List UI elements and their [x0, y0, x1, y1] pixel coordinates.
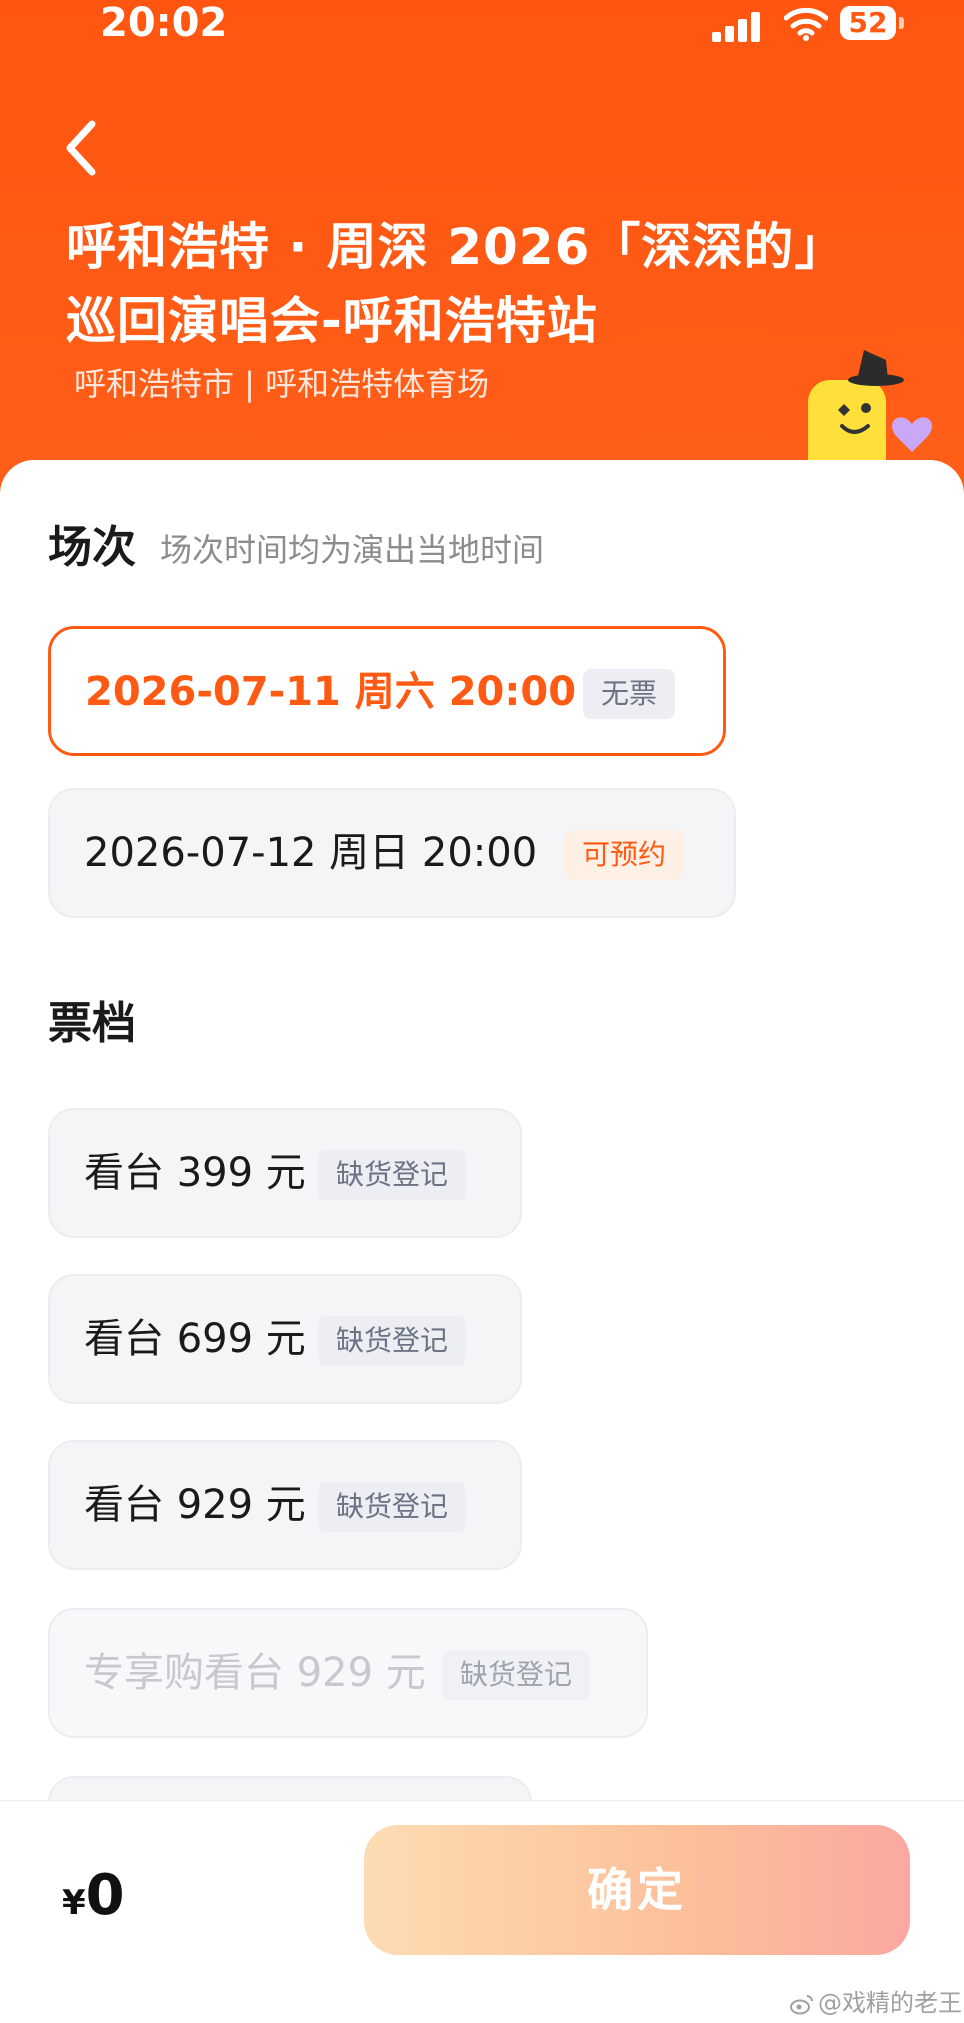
ticket-option-label: 看台 929 元: [84, 1482, 306, 1528]
cellular-signal-icon: [712, 10, 762, 42]
battery-level: 52: [840, 6, 896, 40]
status-badge-no-ticket: 无票: [583, 669, 676, 719]
status-badge-reservable: 可预约: [564, 830, 685, 880]
ticket-option-label: 看台 399 元: [84, 1150, 306, 1196]
total-amount: 0: [85, 1863, 125, 1928]
event-header: 20:02 52 呼和浩特 · 周深 2026「深深的」巡回演唱会-呼和浩特站 …: [0, 0, 964, 520]
status-badge-waitlist: 缺货登记: [318, 1316, 467, 1366]
total-price: ¥0: [62, 1861, 125, 1944]
ticket-option-exclusive-929[interactable]: 专享购看台 929 元 缺货登记: [48, 1608, 648, 1738]
wifi-icon: [784, 7, 828, 41]
ticket-option-label: 看台 699 元: [84, 1316, 306, 1362]
battery-icon: 52: [840, 6, 906, 42]
status-badge-waitlist: 缺货登记: [442, 1650, 591, 1700]
selection-sheet: 场次 场次时间均为演出当地时间 2026-07-11 周六 20:00 无票 2…: [0, 460, 964, 2022]
back-arrow-icon[interactable]: [62, 118, 102, 178]
status-badge-waitlist: 缺货登记: [318, 1482, 467, 1532]
ticket-option-699[interactable]: 看台 699 元 缺货登记: [48, 1274, 522, 1404]
weibo-icon: [790, 1995, 813, 2015]
status-time: 20:02: [100, 0, 228, 46]
watermark-text: @戏精的老王: [818, 1989, 962, 2017]
session-option-0712[interactable]: 2026-07-12 周日 20:00 可预约: [48, 788, 736, 918]
session-section-subtitle: 场次时间均为演出当地时间: [160, 531, 545, 569]
status-bar: 20:02 52: [0, 0, 964, 50]
ticket-option-929[interactable]: 看台 929 元 缺货登记: [48, 1440, 522, 1570]
session-section-title: 场次: [48, 522, 136, 573]
ticket-option-label: 专享购看台 929 元: [84, 1650, 426, 1696]
currency-symbol: ¥: [62, 1883, 86, 1923]
session-option-label: 2026-07-11 周六 20:00: [85, 669, 577, 715]
session-option-label: 2026-07-12 周日 20:00: [84, 830, 538, 876]
confirm-button[interactable]: 确定: [364, 1825, 910, 1955]
ticket-option-399[interactable]: 看台 399 元 缺货登记: [48, 1108, 522, 1238]
event-venue: 呼和浩特市 | 呼和浩特体育场: [74, 365, 490, 403]
watermark: @戏精的老王: [790, 1988, 962, 2018]
status-badge-waitlist: 缺货登记: [318, 1150, 467, 1200]
ticket-tier-section-title: 票档: [48, 998, 136, 1049]
event-title: 呼和浩特 · 周深 2026「深深的」巡回演唱会-呼和浩特站: [66, 218, 846, 350]
session-option-0711[interactable]: 2026-07-11 周六 20:00 无票: [48, 626, 726, 756]
